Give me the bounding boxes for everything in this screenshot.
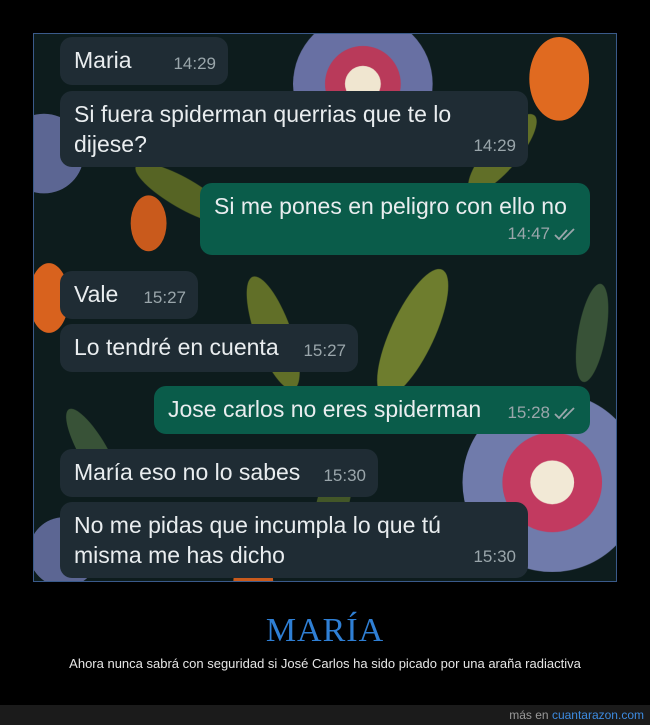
footer-credit: más en cuantarazon.com	[509, 708, 644, 722]
message-bubble[interactable]: Vale 15:27	[60, 271, 198, 319]
message-time: 14:29	[473, 136, 516, 155]
message-meta: 15:27	[303, 336, 346, 366]
message-time: 14:47	[507, 224, 550, 243]
message-text: No me pidas que incumpla lo que tú misma…	[74, 512, 441, 568]
message-time: 15:30	[323, 466, 366, 485]
message-meta: 14:47	[507, 219, 578, 249]
double-check-icon	[554, 228, 575, 241]
message-bubble[interactable]: Si fuera spiderman querrias que te lo di…	[60, 91, 528, 167]
message-bubble[interactable]: Jose carlos no eres spiderman 15:28	[154, 386, 590, 434]
message-meta: 14:29	[473, 131, 516, 161]
message-text: Si me pones en peligro con ello no	[214, 193, 567, 219]
chat-screenshot: Maria 14:29 Si fuera spiderman querrias …	[33, 33, 617, 582]
footer-site-link[interactable]: cuantarazon.com	[552, 708, 644, 722]
message-text: María eso no lo sabes	[74, 459, 301, 485]
post-caption: Ahora nunca sabrá con seguridad si José …	[69, 656, 581, 671]
message-time: 14:29	[173, 54, 216, 73]
message-meta: 15:28	[507, 398, 578, 428]
footer-prefix: más en	[509, 708, 549, 722]
message-time: 15:27	[303, 341, 346, 360]
post-title: MARÍA	[265, 612, 385, 649]
message-time: 15:30	[473, 547, 516, 566]
double-check-icon	[554, 407, 575, 420]
message-meta: 15:27	[143, 283, 186, 313]
message-text: Si fuera spiderman querrias que te lo di…	[74, 101, 452, 157]
message-time: 15:27	[143, 288, 186, 307]
message-meta: 15:30	[473, 542, 516, 572]
message-meta: 15:30	[323, 461, 366, 491]
message-bubble[interactable]: Maria 14:29	[60, 37, 228, 85]
message-bubble[interactable]: Lo tendré en cuenta 15:27	[60, 324, 358, 372]
message-meta: 14:29	[173, 49, 216, 79]
message-time: 15:28	[507, 403, 550, 422]
message-bubble[interactable]: No me pidas que incumpla lo que tú misma…	[60, 502, 528, 578]
message-bubble[interactable]: Si me pones en peligro con ello no 14:47	[200, 183, 590, 255]
footer-bar: más en cuantarazon.com	[0, 705, 650, 725]
message-bubble[interactable]: María eso no lo sabes 15:30	[60, 449, 378, 497]
